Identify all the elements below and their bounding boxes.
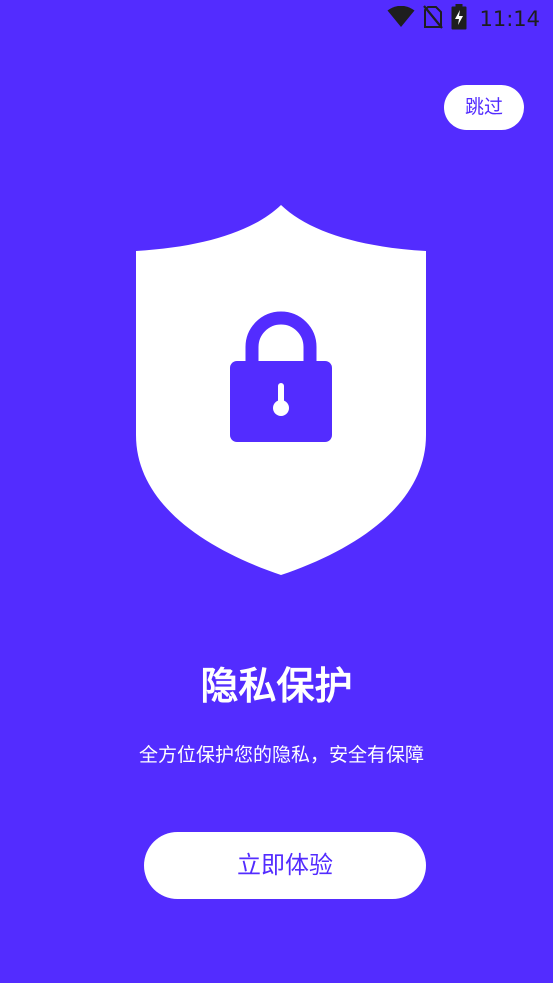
status-time: 11:14 — [479, 7, 540, 31]
status-bar: 11:14 — [0, 0, 553, 40]
page-title: 隐私保护 — [200, 664, 353, 708]
shield-lock-icon — [134, 203, 428, 577]
skip-button[interactable]: 跳过 — [444, 85, 524, 130]
wifi-icon — [387, 5, 415, 32]
no-sim-icon — [423, 5, 444, 33]
battery-charging-icon — [451, 4, 467, 34]
start-button[interactable]: 立即体验 — [144, 832, 426, 899]
status-icons: 11:14 — [387, 4, 540, 34]
page-subtitle: 全方位保护您的隐私，安全有保障 — [138, 744, 424, 766]
